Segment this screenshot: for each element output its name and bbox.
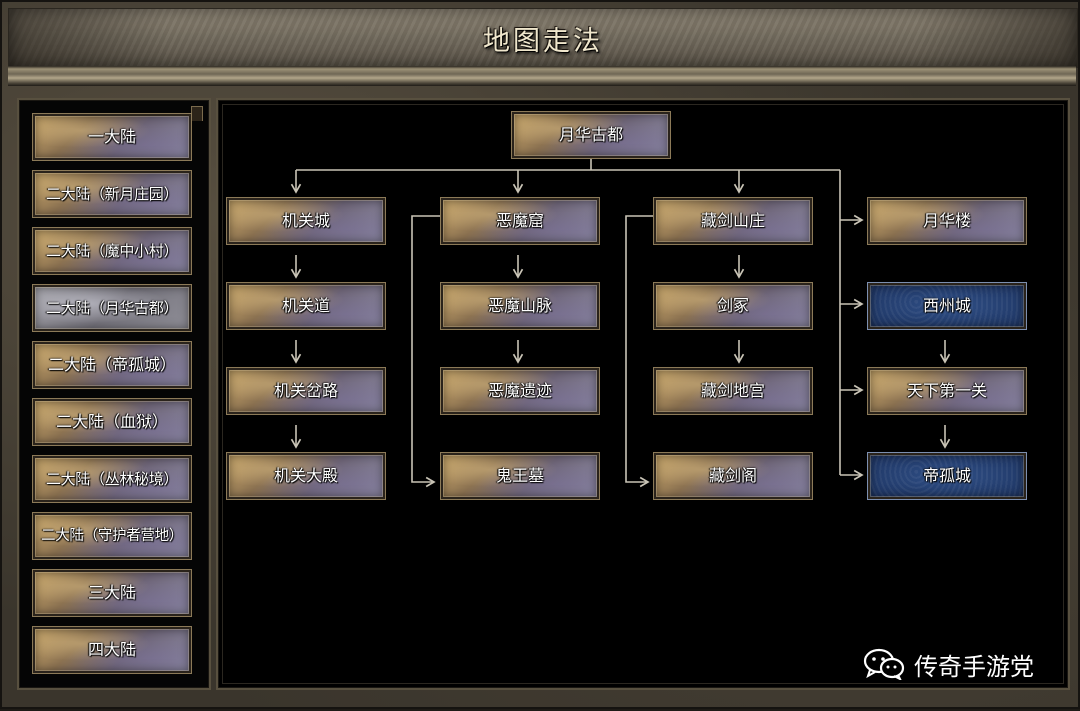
continent-item-8[interactable]: 二大陆（守护者营地） xyxy=(32,512,192,560)
continent-item-2[interactable]: 二大陆（新月庄园） xyxy=(32,170,192,218)
title-bar: 地图走法 xyxy=(8,8,1078,68)
node-col4-3[interactable]: 天下第一关 xyxy=(867,367,1027,415)
node-col1-2[interactable]: 机关道 xyxy=(226,282,386,330)
node-col3-4[interactable]: 藏剑阁 xyxy=(653,452,813,500)
scroll-tab-icon xyxy=(191,106,203,121)
node-col4-1[interactable]: 月华楼 xyxy=(867,197,1027,245)
node-col4-4[interactable]: 帝孤城 xyxy=(867,452,1027,500)
wechat-icon xyxy=(863,648,905,680)
window-title: 地图走法 xyxy=(483,26,603,57)
continent-item-10[interactable]: 四大陆 xyxy=(32,626,192,674)
node-col1-4[interactable]: 机关大殿 xyxy=(226,452,386,500)
watermark-text: 传奇手游党 xyxy=(914,652,1034,681)
node-col4-2[interactable]: 西州城 xyxy=(867,282,1027,330)
continent-item-3[interactable]: 二大陆（魔中小村） xyxy=(32,227,192,275)
node-col3-2[interactable]: 剑冢 xyxy=(653,282,813,330)
map-route-window: 地图走法 一大陆 二大陆（新月庄园） 二大陆（魔中小村） 二大陆（月华古都） 二… xyxy=(0,0,1080,709)
node-col2-2[interactable]: 恶魔山脉 xyxy=(440,282,600,330)
node-col1-1[interactable]: 机关城 xyxy=(226,197,386,245)
continent-item-9[interactable]: 三大陆 xyxy=(32,569,192,617)
node-root[interactable]: 月华古都 xyxy=(511,111,671,159)
continent-item-5[interactable]: 二大陆（帝孤城） xyxy=(32,341,192,389)
continent-item-7[interactable]: 二大陆（丛林秘境） xyxy=(32,455,192,503)
continent-item-1[interactable]: 一大陆 xyxy=(32,113,192,161)
node-col2-3[interactable]: 恶魔遗迹 xyxy=(440,367,600,415)
header-divider xyxy=(8,66,1076,86)
continent-item-4-selected[interactable]: 二大陆（月华古都） xyxy=(32,284,192,332)
node-col2-4[interactable]: 鬼王墓 xyxy=(440,452,600,500)
node-col2-1[interactable]: 恶魔窟 xyxy=(440,197,600,245)
watermark: 传奇手游党 xyxy=(862,644,1034,684)
continent-item-6[interactable]: 二大陆（血狱） xyxy=(32,398,192,446)
node-col1-3[interactable]: 机关岔路 xyxy=(226,367,386,415)
node-col3-1[interactable]: 藏剑山庄 xyxy=(653,197,813,245)
node-col3-3[interactable]: 藏剑地宫 xyxy=(653,367,813,415)
